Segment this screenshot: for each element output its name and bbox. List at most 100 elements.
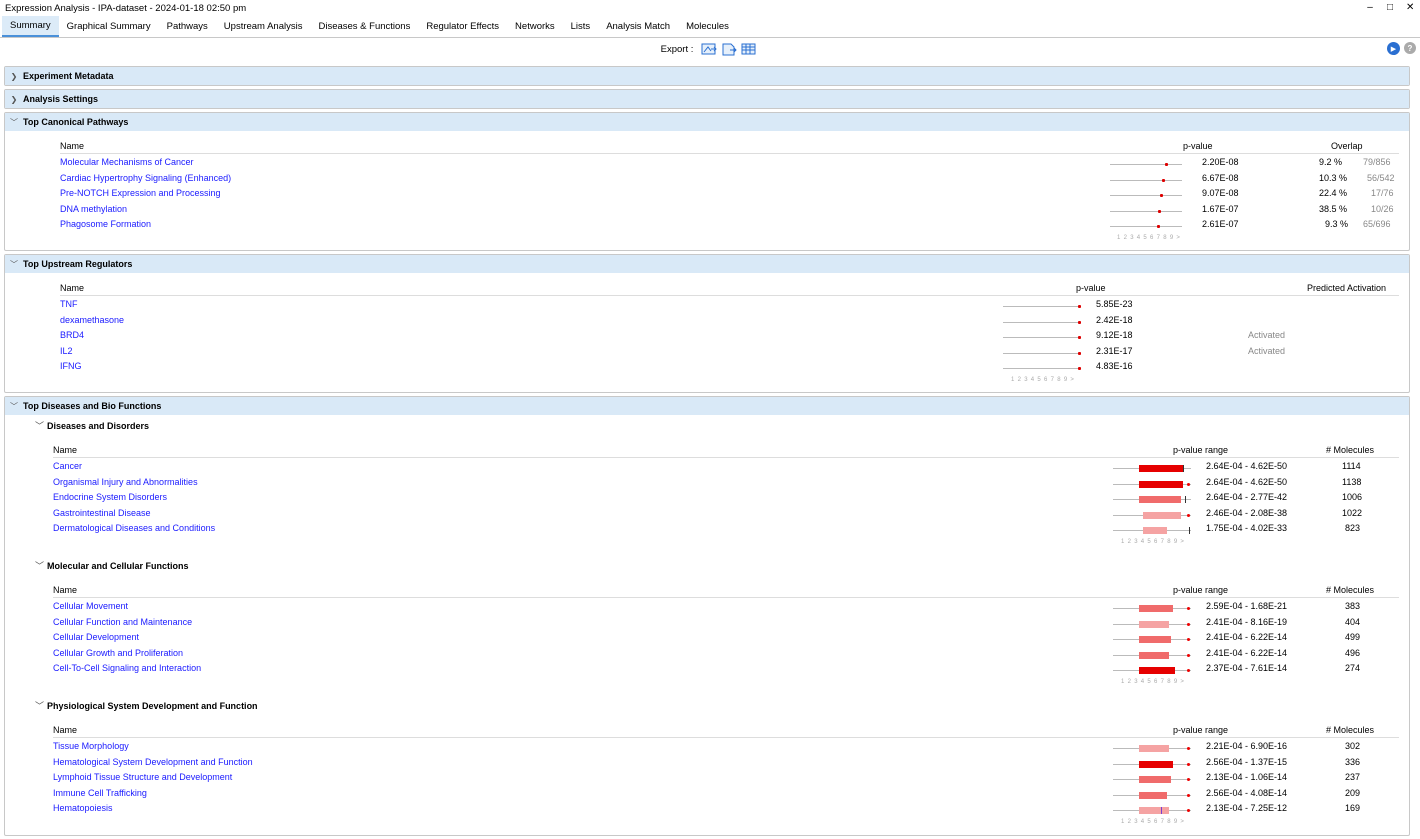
molecule-count: 209 xyxy=(1345,787,1361,798)
tab-pathways[interactable]: Pathways xyxy=(159,16,216,37)
pathway-link[interactable]: Pre-NOTCH Expression and Processing xyxy=(60,188,221,198)
maximize-icon[interactable]: □ xyxy=(1386,2,1394,13)
upstream-regulators-header[interactable]: ﹀ Top Upstream Regulators xyxy=(5,255,1409,273)
table-row[interactable]: Tissue Morphology 2.21E-04 - 6.90E-16 30… xyxy=(5,741,1409,757)
table-row[interactable]: Phagosome Formation 2.61E-07 9.3 % 65/69… xyxy=(5,219,1409,235)
table-row[interactable]: IL2 2.31E-17 Activated xyxy=(5,346,1409,362)
tab-networks[interactable]: Networks xyxy=(507,16,563,37)
pvalue-range: 2.21E-04 - 6.90E-16 xyxy=(1206,741,1288,751)
pvalue-range-bar xyxy=(1113,527,1191,535)
minimize-icon[interactable]: – xyxy=(1366,2,1374,13)
experiment-metadata-header[interactable]: ❯ Experiment Metadata xyxy=(5,67,1409,85)
canonical-pathways-header[interactable]: ﹀ Top Canonical Pathways xyxy=(5,113,1409,131)
table-row[interactable]: Cancer 2.64E-04 - 4.62E-50 1114 xyxy=(5,461,1409,477)
pvalue-range-bar xyxy=(1113,745,1191,752)
tab-graphical-summary[interactable]: Graphical Summary xyxy=(59,16,159,37)
function-link[interactable]: Organismal Injury and Abnormalities xyxy=(53,477,198,487)
table-row[interactable]: Cellular Growth and Proliferation 2.41E-… xyxy=(5,648,1409,664)
table-row[interactable]: Immune Cell Trafficking 2.56E-04 - 4.08E… xyxy=(5,788,1409,804)
analysis-settings-header[interactable]: ❯ Analysis Settings xyxy=(5,90,1409,108)
column-header-overlap[interactable]: Overlap xyxy=(1331,141,1363,151)
pathway-link[interactable]: Phagosome Formation xyxy=(60,219,151,229)
column-header-molecules[interactable]: # Molecules xyxy=(1326,725,1374,735)
table-row[interactable]: Endocrine System Disorders 2.64E-04 - 2.… xyxy=(5,492,1409,508)
export-pdf-icon[interactable] xyxy=(721,43,738,56)
table-row[interactable]: Organismal Injury and Abnormalities 2.64… xyxy=(5,477,1409,493)
tab-upstream-analysis[interactable]: Upstream Analysis xyxy=(216,16,311,37)
table-row[interactable]: Pre-NOTCH Expression and Processing 9.07… xyxy=(5,188,1409,204)
group-header-diseases-disorders[interactable]: ﹀ Diseases and Disorders xyxy=(35,419,149,432)
table-row[interactable]: Dermatological Diseases and Conditions 1… xyxy=(5,523,1409,539)
function-link[interactable]: Cellular Development xyxy=(53,632,139,642)
regulator-link[interactable]: IFNG xyxy=(60,361,82,371)
chevron-down-icon: ﹀ xyxy=(10,117,18,127)
function-link[interactable]: Dermatological Diseases and Conditions xyxy=(53,523,215,533)
function-link[interactable]: Cellular Movement xyxy=(53,601,128,611)
regulator-link[interactable]: BRD4 xyxy=(60,330,84,340)
tab-summary[interactable]: Summary xyxy=(2,16,59,37)
column-header-pvalue[interactable]: p-value xyxy=(1076,283,1106,293)
function-link[interactable]: Cell-To-Cell Signaling and Interaction xyxy=(53,663,201,673)
column-header-pvalue[interactable]: p-value xyxy=(1183,141,1213,151)
table-row[interactable]: TNF 5.85E-23 xyxy=(5,299,1409,315)
export-image-icon[interactable] xyxy=(701,43,718,56)
play-icon[interactable]: ▶ xyxy=(1387,42,1400,55)
table-row[interactable]: DNA methylation 1.67E-07 38.5 % 10/26 xyxy=(5,204,1409,220)
close-icon[interactable]: ✕ xyxy=(1406,2,1414,13)
regulator-link[interactable]: dexamethasone xyxy=(60,315,124,325)
table-row[interactable]: Cell-To-Cell Signaling and Interaction 2… xyxy=(5,663,1409,679)
group-header-molecular-cellular[interactable]: ﹀ Molecular and Cellular Functions xyxy=(35,559,189,572)
function-link[interactable]: Immune Cell Trafficking xyxy=(53,788,147,798)
column-header-pvalue-range[interactable]: p-value range xyxy=(1173,585,1228,595)
function-link[interactable]: Lymphoid Tissue Structure and Developmen… xyxy=(53,772,232,782)
column-header-name[interactable]: Name xyxy=(53,445,77,455)
pvalue-range: 2.64E-04 - 2.77E-42 xyxy=(1206,492,1288,503)
column-header-predicted-activation[interactable]: Predicted Activation xyxy=(1307,283,1386,293)
regulator-link[interactable]: TNF xyxy=(60,299,78,309)
column-header-pvalue-range[interactable]: p-value range xyxy=(1173,445,1228,455)
export-table-icon[interactable] xyxy=(741,43,757,56)
function-link[interactable]: Cellular Growth and Proliferation xyxy=(53,648,183,658)
table-row[interactable]: Molecular Mechanisms of Cancer 2.20E-08 … xyxy=(5,157,1409,173)
pvalue-range-bar xyxy=(1113,791,1191,799)
pvalue-range-bar xyxy=(1113,605,1191,612)
table-row[interactable]: Lymphoid Tissue Structure and Developmen… xyxy=(5,772,1409,788)
tab-analysis-match[interactable]: Analysis Match xyxy=(598,16,678,37)
table-row[interactable]: IFNG 4.83E-16 xyxy=(5,361,1409,377)
function-link[interactable]: Tissue Morphology xyxy=(53,741,129,751)
table-row[interactable]: Cellular Movement 2.59E-04 - 1.68E-21 38… xyxy=(5,601,1409,617)
table-row[interactable]: BRD4 9.12E-18 Activated xyxy=(5,330,1409,346)
tab-molecules[interactable]: Molecules xyxy=(678,16,737,37)
table-row[interactable]: dexamethasone 2.42E-18 xyxy=(5,315,1409,331)
pathway-link[interactable]: Cardiac Hypertrophy Signaling (Enhanced) xyxy=(60,173,231,183)
function-link[interactable]: Hematological System Development and Fun… xyxy=(53,757,253,767)
pathway-link[interactable]: Molecular Mechanisms of Cancer xyxy=(60,157,194,167)
function-link[interactable]: Hematopoiesis xyxy=(53,803,113,813)
column-header-name[interactable]: Name xyxy=(60,141,84,151)
column-header-molecules[interactable]: # Molecules xyxy=(1326,585,1374,595)
function-link[interactable]: Cancer xyxy=(53,461,82,471)
function-link[interactable]: Endocrine System Disorders xyxy=(53,492,167,502)
pathway-link[interactable]: DNA methylation xyxy=(60,204,127,214)
pvalue-range-bar xyxy=(1113,667,1191,675)
regulator-link[interactable]: IL2 xyxy=(60,346,73,356)
tab-diseases-functions[interactable]: Diseases & Functions xyxy=(310,16,418,37)
column-header-name[interactable]: Name xyxy=(60,283,84,293)
table-row[interactable]: Cardiac Hypertrophy Signaling (Enhanced)… xyxy=(5,173,1409,189)
tab-lists[interactable]: Lists xyxy=(563,16,599,37)
function-link[interactable]: Gastrointestinal Disease xyxy=(53,508,151,518)
column-header-name[interactable]: Name xyxy=(53,585,77,595)
column-header-name[interactable]: Name xyxy=(53,725,77,735)
column-header-pvalue-range[interactable]: p-value range xyxy=(1173,725,1228,735)
function-link[interactable]: Cellular Function and Maintenance xyxy=(53,617,192,627)
column-header-molecules[interactable]: # Molecules xyxy=(1326,445,1374,455)
group-header-physiological-system[interactable]: ﹀ Physiological System Development and Fu… xyxy=(35,699,258,712)
table-row[interactable]: Gastrointestinal Disease 2.46E-04 - 2.08… xyxy=(5,508,1409,524)
table-row[interactable]: Hematopoiesis 2.13E-04 - 7.25E-12 169 xyxy=(5,803,1409,819)
table-row[interactable]: Cellular Function and Maintenance 2.41E-… xyxy=(5,617,1409,633)
diseases-bio-functions-header[interactable]: ﹀ Top Diseases and Bio Functions xyxy=(5,397,1409,415)
help-icon[interactable]: ? xyxy=(1404,42,1416,54)
tab-regulator-effects[interactable]: Regulator Effects xyxy=(418,16,507,37)
table-row[interactable]: Cellular Development 2.41E-04 - 6.22E-14… xyxy=(5,632,1409,648)
table-row[interactable]: Hematological System Development and Fun… xyxy=(5,757,1409,773)
